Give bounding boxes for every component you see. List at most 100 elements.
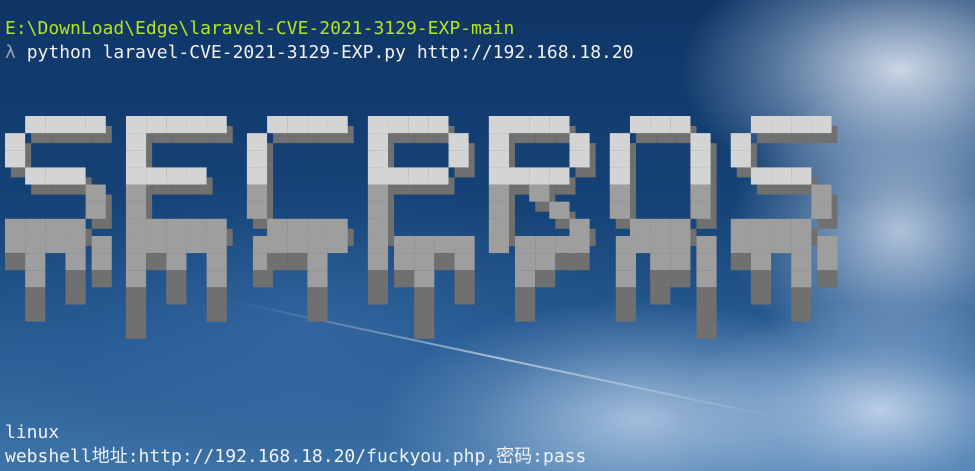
banner-drip: [515, 253, 536, 271]
banner-drip: [696, 235, 717, 254]
banner-drip: [5, 235, 26, 254]
banner-pixel: [5, 218, 26, 236]
banner-drip: [267, 235, 288, 254]
banner-pixel: [529, 167, 550, 185]
banner-pixel: [186, 218, 207, 236]
banner-pixel: [771, 116, 792, 134]
banner-drip: [166, 287, 187, 305]
banner-pixel: [791, 167, 812, 185]
banner-pixel: [85, 184, 106, 202]
banner-pixel: [45, 116, 66, 134]
banner-drip: [817, 235, 838, 254]
output-os: linux: [5, 422, 60, 443]
banner-pixel: [367, 167, 389, 185]
banner-pixel: [5, 133, 26, 151]
banner-pixel: [428, 116, 449, 134]
banner-drip: [65, 235, 86, 254]
banner-drip: [696, 253, 717, 271]
banner-drip: [615, 304, 636, 322]
banner-drip: [25, 253, 46, 271]
banner-pixel: [246, 133, 268, 151]
banner-pixel: [85, 116, 106, 134]
banner-drip: [65, 270, 86, 288]
banner-pixel: [609, 133, 630, 151]
banner-drip: [750, 270, 772, 288]
banner-pixel: [690, 167, 711, 185]
banner-drip: [414, 253, 435, 271]
banner-drip: [791, 287, 812, 305]
banner-pixel: [609, 167, 630, 185]
banner-drip: [206, 235, 227, 254]
banner-drip: [267, 253, 288, 271]
banner-pixel: [146, 116, 167, 134]
banner-pixel: [246, 201, 268, 219]
banner-drip: [125, 304, 147, 322]
banner-pixel: [811, 201, 832, 219]
banner-pixel: [65, 167, 86, 185]
banner-drip: [327, 235, 348, 254]
banner-drip: [287, 253, 308, 271]
banner-pixel: [85, 201, 106, 219]
banner-pixel: [25, 116, 46, 134]
banner-drip: [91, 253, 112, 271]
banner-drip: [394, 253, 415, 271]
banner-pixel: [771, 167, 792, 185]
banner-drip: [414, 287, 435, 305]
banner-pixel: [327, 116, 348, 134]
banner-drip: [569, 253, 590, 271]
banner-drip: [414, 235, 435, 254]
banner-drip: [307, 235, 328, 254]
banner-pixel: [408, 167, 429, 185]
banner-drip: [25, 304, 46, 322]
banner-drip: [367, 270, 389, 288]
banner-drip: [287, 235, 308, 254]
banner-pixel: [287, 116, 308, 134]
banner-pixel: [730, 150, 751, 168]
banner-drip: [615, 253, 636, 271]
banner-drip: [166, 270, 187, 288]
banner-pixel: [750, 116, 772, 134]
banner-drip: [166, 235, 187, 254]
banner-pixel: [650, 116, 671, 134]
banner-pixel: [206, 116, 227, 134]
banner-drip: [414, 270, 435, 288]
banner-drip: [696, 270, 717, 288]
banner-drip: [25, 287, 46, 305]
banner-drip: [307, 270, 328, 288]
banner-drip: [696, 287, 717, 305]
banner-pixel: [246, 150, 268, 168]
banner-pixel: [367, 218, 389, 236]
banner-drip: [414, 321, 435, 339]
banner-drip: [750, 235, 772, 254]
banner-drip: [750, 253, 772, 271]
banner-drip: [650, 253, 671, 271]
ascii-art-banner: [5, 116, 838, 339]
banner-pixel: [25, 218, 46, 236]
banner-pixel: [388, 116, 409, 134]
banner-pixel: [488, 116, 509, 134]
banner-drip: [515, 270, 536, 288]
banner-letters: [5, 116, 838, 339]
banner-pixel: [488, 201, 509, 219]
banner-drip: [791, 235, 812, 254]
banner-drip: [454, 253, 475, 271]
banner-drip: [615, 270, 636, 288]
banner-drip: [5, 253, 26, 271]
banner-pixel: [186, 116, 207, 134]
banner-pixel: [166, 218, 187, 236]
banner-pixel: [509, 116, 530, 134]
banner-drip: [730, 235, 751, 254]
banner-pixel: [166, 116, 187, 134]
banner-pixel: [45, 167, 66, 185]
banner-pixel: [428, 167, 449, 185]
banner-drip: [515, 287, 536, 305]
banner-drip: [515, 235, 536, 254]
banner-pixel: [629, 218, 651, 236]
banner-pixel: [186, 167, 207, 185]
banner-drip: [791, 270, 812, 288]
banner-pixel: [388, 167, 409, 185]
banner-pixel: [650, 218, 671, 236]
terminal-window[interactable]: E:\DownLoad\Edge\laravel-CVE-2021-3129-E…: [0, 0, 975, 471]
banner-drip: [670, 253, 691, 271]
banner-drip: [629, 235, 651, 254]
